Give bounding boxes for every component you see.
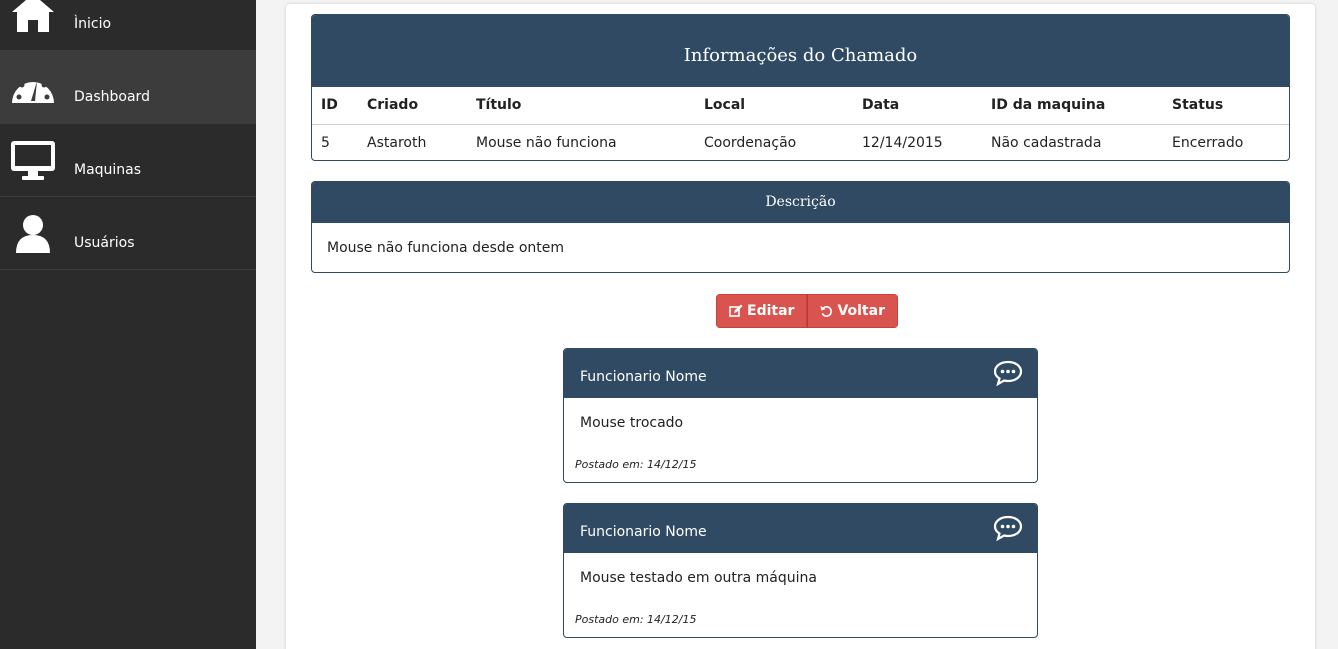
sidebar-item-maquinas[interactable]: Maquinas [0, 124, 256, 197]
comment-author: Funcionario Nome [580, 369, 707, 385]
main-panel: Informações do Chamado ID Criado Título … [286, 4, 1315, 649]
column-header: Status [1163, 87, 1289, 125]
description-card: Descrição Mouse não funciona desde ontem [311, 181, 1290, 273]
sidebar-item-usuarios[interactable]: Usuários [0, 197, 256, 270]
column-header: ID [312, 87, 358, 125]
description-text: Mouse não funciona desde ontem [327, 240, 564, 256]
monitor-icon [11, 141, 55, 180]
table-cell: Encerrado [1172, 134, 1244, 151]
table-cell: 12/14/2015 [862, 134, 943, 151]
comment-date: Postado em: 14/12/15 [575, 613, 697, 626]
column-header: Criado [358, 87, 467, 125]
home-icon [12, 0, 54, 32]
sidebar-item-inicio[interactable]: Ìnicio [0, 0, 256, 51]
column-header: Local [695, 87, 853, 125]
comment-header: Funcionario Nome [564, 349, 1037, 398]
table-cell: Mouse não funciona [476, 134, 617, 151]
table-row: 5 Astaroth Mouse não funciona Coordenaçã… [312, 124, 1289, 160]
sidebar: Ìnicio Dashboard Maquinas Usuários [0, 0, 256, 649]
sidebar-item-label: Usuários [74, 235, 135, 251]
comment-card: Funcionario Nome Mouse testado em outra … [563, 503, 1038, 638]
comment-bubble-icon [993, 360, 1023, 386]
ticket-info-title: Informações do Chamado [312, 15, 1289, 87]
ticket-info-table: ID Criado Título Local Data ID da maquin… [312, 87, 1289, 160]
back-button-label: Voltar [837, 303, 885, 319]
column-header: Título [467, 87, 695, 125]
edit-button-label: Editar [747, 303, 795, 319]
column-header: ID da maquina [982, 87, 1163, 125]
table-cell: 5 [321, 134, 330, 151]
column-header: Data [853, 87, 982, 125]
comment-text: Mouse trocado [580, 415, 684, 431]
sidebar-item-label: Dashboard [74, 89, 150, 105]
undo-icon [820, 305, 833, 317]
action-button-group: Editar Voltar [716, 294, 898, 328]
comment-date: Postado em: 14/12/15 [575, 458, 697, 471]
comment-header: Funcionario Nome [564, 504, 1037, 553]
sidebar-item-label: Maquinas [74, 162, 142, 178]
dashboard-icon [12, 76, 54, 103]
comment-text: Mouse testado em outra máquina [580, 570, 817, 586]
table-header-row: ID Criado Título Local Data ID da maquin… [312, 87, 1289, 125]
comment-author: Funcionario Nome [580, 524, 707, 540]
ticket-info-card: Informações do Chamado ID Criado Título … [311, 14, 1290, 161]
edit-icon [729, 304, 743, 317]
edit-button[interactable]: Editar [716, 294, 808, 328]
table-cell: Astaroth [367, 134, 427, 151]
sidebar-item-label: Ìnicio [74, 16, 112, 32]
table-cell: Não cadastrada [991, 134, 1102, 151]
sidebar-item-dashboard[interactable]: Dashboard [0, 51, 256, 124]
comment-bubble-icon [993, 515, 1023, 541]
description-title: Descrição [312, 182, 1289, 223]
back-button[interactable]: Voltar [807, 294, 898, 328]
user-icon [16, 215, 50, 253]
table-cell: Coordenação [704, 134, 797, 151]
comment-card: Funcionario Nome Mouse trocado Postado e… [563, 348, 1038, 483]
